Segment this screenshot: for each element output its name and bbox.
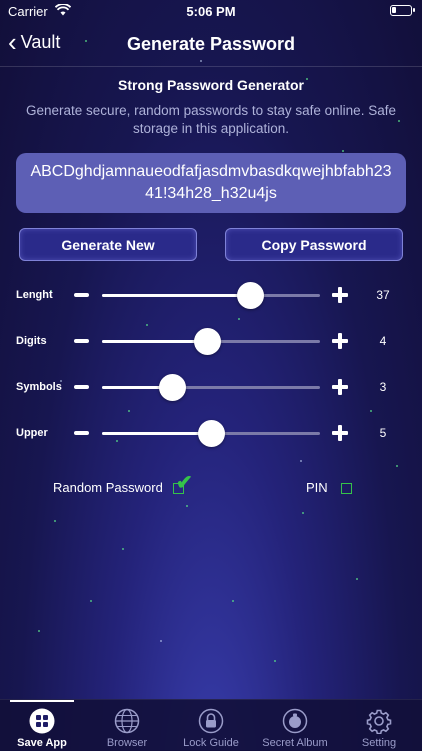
copy-password-button[interactable]: Copy Password <box>225 228 403 261</box>
digits-slider-thumb[interactable] <box>193 328 221 355</box>
checkmark-icon: ✔ <box>176 472 193 494</box>
digits-slider-row: Digits 4 <box>0 326 422 356</box>
symbols-slider-track[interactable] <box>102 374 320 401</box>
upper-slider-track[interactable] <box>102 420 320 447</box>
navigation-bar: ‹ Vault Generate Password <box>0 24 422 67</box>
album-icon <box>282 708 308 734</box>
length-label: Lenght <box>16 289 53 301</box>
pin-label: PIN <box>306 480 328 495</box>
battery-icon <box>390 5 415 16</box>
tab-lock-guide[interactable]: Lock Guide <box>169 700 253 751</box>
symbols-increment-button[interactable] <box>332 379 348 395</box>
symbols-decrement-button[interactable] <box>74 385 89 389</box>
generator-subtitle: Strong Password Generator <box>118 77 304 93</box>
length-slider-thumb[interactable] <box>237 282 265 309</box>
grid-icon <box>29 708 55 734</box>
tab-save-app-label: Save App <box>17 737 67 749</box>
tab-setting-label: Setting <box>361 737 397 749</box>
length-increment-button[interactable] <box>332 287 348 303</box>
length-value: 37 <box>376 288 390 302</box>
digits-value: 4 <box>379 334 387 348</box>
status-time: 5:06 PM <box>186 4 236 19</box>
upper-slider-fill <box>102 432 211 435</box>
gear-icon <box>366 709 392 734</box>
generator-description: Generate secure, random passwords to sta… <box>26 103 396 136</box>
upper-slider-thumb[interactable] <box>198 420 225 447</box>
tab-browser-label: Browser <box>106 737 148 749</box>
tab-save-app[interactable]: Save App <box>0 700 84 751</box>
digits-slider-track[interactable] <box>102 328 320 355</box>
symbols-slider-row: Symbols 3 <box>0 372 422 402</box>
digits-label: Digits <box>16 335 47 347</box>
digits-slider-fill <box>102 340 207 343</box>
symbols-slider-thumb[interactable] <box>158 374 186 401</box>
status-bar: Carrier 5:06 PM <box>0 0 422 24</box>
length-slider-track[interactable] <box>102 282 320 309</box>
length-decrement-button[interactable] <box>74 293 89 297</box>
random-password-label: Random Password <box>53 480 163 495</box>
generate-new-button[interactable]: Generate New <box>19 228 197 261</box>
upper-label: Upper <box>16 427 48 439</box>
upper-value: 5 <box>379 426 387 440</box>
symbols-label: Symbols <box>16 381 62 393</box>
generated-password-display[interactable]: ABCDghdjamnaueodfafjasdmvbasdkqwejhbfabh… <box>16 153 406 213</box>
symbols-value: 3 <box>379 380 387 394</box>
tab-bar: Save App Browser Lock Guide Secret Album <box>0 699 422 751</box>
pin-checkbox[interactable] <box>341 483 352 494</box>
upper-decrement-button[interactable] <box>74 431 89 435</box>
tab-setting[interactable]: Setting <box>337 700 421 751</box>
tab-browser[interactable]: Browser <box>85 700 169 751</box>
tab-lock-guide-label: Lock Guide <box>183 737 239 749</box>
length-slider-fill <box>102 294 251 297</box>
digits-decrement-button[interactable] <box>74 339 89 343</box>
tab-secret-album-label: Secret Album <box>262 737 328 749</box>
tab-secret-album[interactable]: Secret Album <box>253 700 337 751</box>
globe-icon <box>114 708 140 734</box>
page-title: Generate Password <box>126 34 296 54</box>
digits-increment-button[interactable] <box>332 333 348 349</box>
length-slider-row: Lenght 37 <box>0 280 422 310</box>
upper-slider-row: Upper 5 <box>0 418 422 448</box>
upper-increment-button[interactable] <box>332 425 348 441</box>
lock-icon <box>198 708 224 734</box>
